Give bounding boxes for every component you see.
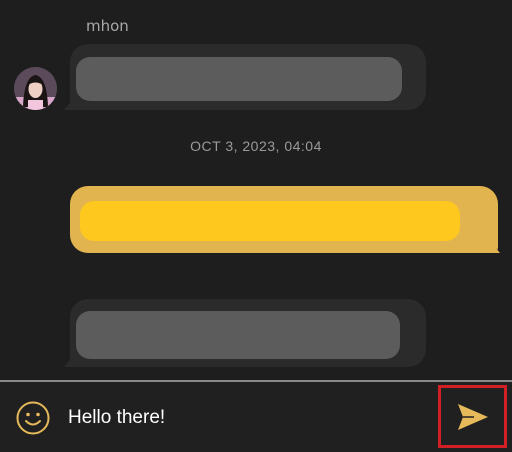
redacted-message-content [76,311,400,359]
incoming-message-bubble[interactable] [70,44,426,110]
message-timestamp: OCT 3, 2023, 04:04 [190,138,322,154]
avatar[interactable] [14,67,57,110]
sender-name: mhon [86,17,129,35]
send-button[interactable] [438,385,507,448]
bubble-tail [64,355,74,367]
emoji-button[interactable] [16,401,50,435]
message-composer [0,382,512,452]
smiley-face-icon [16,401,50,435]
bubble-tail [64,98,74,110]
avatar-image [14,67,57,110]
bubble-tail [490,241,500,253]
message-input[interactable] [68,404,418,432]
send-arrow-icon [457,403,488,430]
outgoing-message-bubble[interactable] [70,186,498,253]
incoming-message-bubble[interactable] [70,299,426,367]
redacted-message-content [76,57,402,101]
redacted-message-content [80,201,460,241]
message-list: mhon OCT 3, 2023, 04:04 [0,0,512,381]
